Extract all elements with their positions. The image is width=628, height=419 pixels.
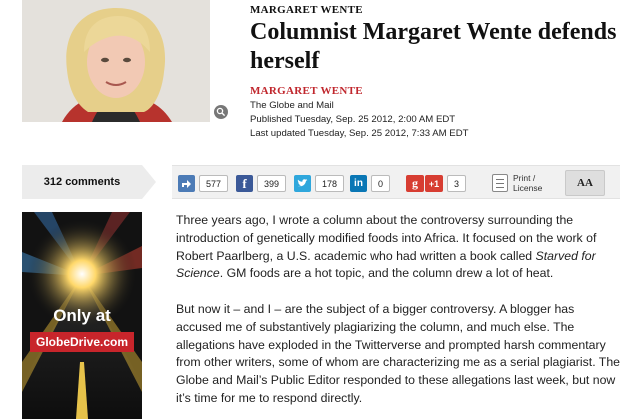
google-plus-icon: g <box>406 175 424 192</box>
article-body: Three years ago, I wrote a column about … <box>176 212 622 419</box>
facebook-icon: f <box>236 175 253 192</box>
license-label: License <box>513 183 543 193</box>
print-license-button[interactable]: Print / License <box>492 170 542 196</box>
print-label: Print / <box>513 173 536 183</box>
share-bar: 577 f 399 178 in 0 g +1 3 Print / Licens… <box>172 165 620 199</box>
article-paragraph: But now it – and I – are the subject of … <box>176 301 620 405</box>
linkedin-button[interactable]: in 0 <box>350 175 391 192</box>
comments-count: 312 comments <box>43 176 121 188</box>
google-plus-count: 3 <box>447 175 467 192</box>
ad-site-link[interactable]: GlobeDrive.com <box>30 332 134 352</box>
linkedin-icon: in <box>350 175 367 192</box>
share-icon <box>178 175 195 192</box>
publication-name: The Globe and Mail <box>250 100 334 111</box>
author-byline[interactable]: MARGARET WENTE <box>250 85 363 97</box>
updated-date: Last updated Tuesday, Sep. 25 2012, 7:33… <box>250 128 469 139</box>
linkedin-count: 0 <box>371 175 391 192</box>
twitter-button[interactable]: 178 <box>294 175 345 192</box>
ad-headline: Only at <box>53 306 111 325</box>
section-kicker[interactable]: MARGARET WENTE <box>250 4 363 16</box>
published-date: Published Tuesday, Sep. 25 2012, 2:00 AM… <box>250 114 456 125</box>
text-size-button[interactable]: AA <box>565 170 605 196</box>
print-icon <box>492 174 508 192</box>
zoom-icon[interactable] <box>214 105 228 119</box>
facebook-count: 399 <box>257 175 287 192</box>
advertisement[interactable]: Only at GlobeDrive.com <box>22 212 142 419</box>
google-plus-button[interactable]: g +1 3 <box>406 175 467 192</box>
share-count: 577 <box>199 175 229 192</box>
article-paragraph: Three years ago, I wrote a column about … <box>176 213 597 281</box>
comments-link[interactable]: 312 comments <box>22 165 156 199</box>
facebook-button[interactable]: f 399 <box>236 175 287 192</box>
twitter-count: 178 <box>315 175 345 192</box>
author-photo <box>22 0 210 122</box>
article-headline: Columnist Margaret Wente defends herself <box>250 19 617 74</box>
plus-one-label: +1 <box>425 175 443 192</box>
share-button[interactable]: 577 <box>178 175 229 192</box>
twitter-icon <box>294 175 311 192</box>
